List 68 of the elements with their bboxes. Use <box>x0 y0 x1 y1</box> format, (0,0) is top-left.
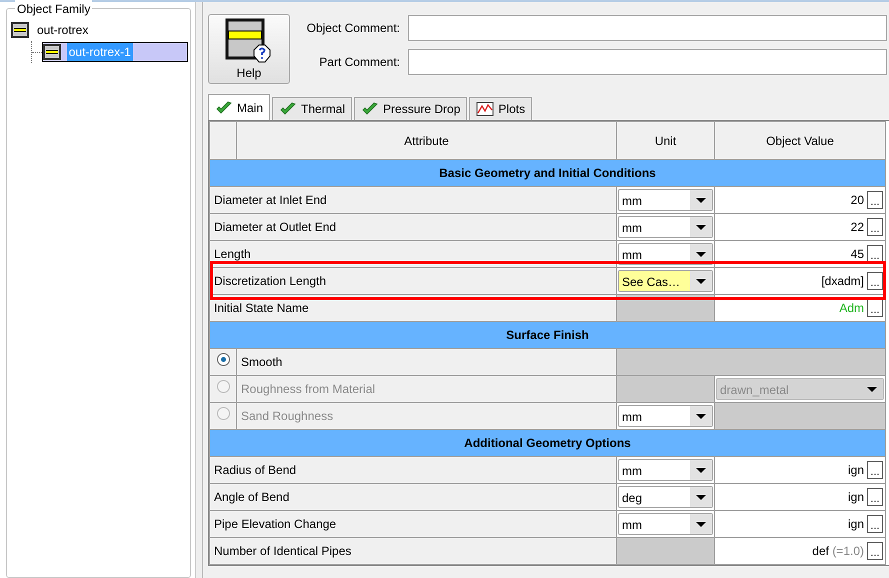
panel-title: Object Family <box>15 0 92 18</box>
ellipsis-button[interactable]: ... <box>867 488 883 506</box>
help-button[interactable]: Help <box>208 14 290 84</box>
section-header: Basic Geometry and Initial Conditions <box>210 160 886 186</box>
caret-icon <box>696 224 706 230</box>
attribute-label: Radius of Bend <box>210 456 616 484</box>
value-text: ign <box>848 489 864 506</box>
tab[interactable]: Plots <box>469 97 532 120</box>
attribute-label: Angle of Bend <box>210 484 616 510</box>
object-icon <box>11 22 29 38</box>
caret-icon <box>696 252 706 256</box>
help-icon <box>225 18 273 64</box>
ellipsis-button[interactable]: ... <box>867 218 883 236</box>
tree-item[interactable]: out-rotrex <box>11 21 90 39</box>
value-text: def (=1.0) <box>812 543 864 560</box>
unit-dropdown[interactable]: mm <box>618 513 713 535</box>
section-header: Surface Finish <box>210 322 886 348</box>
ellipsis-button[interactable]: ... <box>867 299 883 317</box>
caret-icon <box>696 494 706 500</box>
caret-icon <box>696 414 706 418</box>
column-header: Object Value <box>714 122 886 160</box>
check-icon <box>361 102 380 116</box>
tab[interactable]: Main <box>208 94 270 120</box>
value-text: 22 <box>850 219 864 236</box>
attribute-label: Diameter at Inlet End <box>210 186 616 214</box>
splitter[interactable] <box>196 2 203 578</box>
value-text: ign <box>848 516 864 533</box>
caret-icon <box>696 198 706 202</box>
attribute-label: Pipe Elevation Change <box>210 510 616 538</box>
caret-icon <box>696 278 706 284</box>
ellipsis-button[interactable]: ... <box>867 191 883 209</box>
ellipsis-button[interactable]: ... <box>867 461 883 479</box>
check-icon <box>215 100 233 114</box>
ellipsis-button[interactable]: ... <box>867 542 883 560</box>
unit-dropdown[interactable]: deg <box>618 486 713 508</box>
value-text: Adm <box>839 300 864 317</box>
attribute-label: Number of Identical Pipes <box>210 538 616 564</box>
object-icon <box>42 44 61 60</box>
caret-icon <box>696 468 706 472</box>
value-text: ign <box>848 462 864 479</box>
unit-dropdown[interactable]: mm <box>618 189 713 211</box>
column-header: Attribute <box>236 122 616 160</box>
unit-dropdown[interactable]: mm <box>618 459 713 481</box>
radio-button[interactable] <box>216 353 230 366</box>
value-text: [dxadm] <box>821 273 864 290</box>
attribute-label: Discretization Length <box>210 268 616 294</box>
caret-icon <box>696 522 706 526</box>
column-header: Unit <box>616 122 714 160</box>
tab[interactable]: Thermal <box>272 97 352 120</box>
chart-icon <box>476 102 494 116</box>
option-label: Sand Roughness <box>236 402 616 430</box>
check-icon <box>279 102 298 116</box>
unit-dropdown[interactable]: See Cas… <box>618 270 713 292</box>
option-label: Roughness from Material <box>236 376 616 402</box>
field-label: Object Comment: <box>306 20 400 37</box>
field-label: Part Comment: <box>318 54 400 71</box>
unit-dropdown[interactable]: mm <box>618 216 713 238</box>
comment-field[interactable] <box>408 15 887 41</box>
value-text: 20 <box>850 192 864 209</box>
comment-field[interactable] <box>408 49 887 75</box>
tab[interactable]: Pressure Drop <box>354 97 468 120</box>
value-text: 45 <box>850 246 864 263</box>
option-label: Smooth <box>236 348 616 376</box>
caret-icon <box>867 386 877 392</box>
attribute-label: Diameter at Outlet End <box>210 214 616 240</box>
ellipsis-button[interactable]: ... <box>867 272 883 290</box>
section-header: Additional Geometry Options <box>210 430 886 456</box>
ellipsis-button[interactable]: ... <box>867 515 883 533</box>
